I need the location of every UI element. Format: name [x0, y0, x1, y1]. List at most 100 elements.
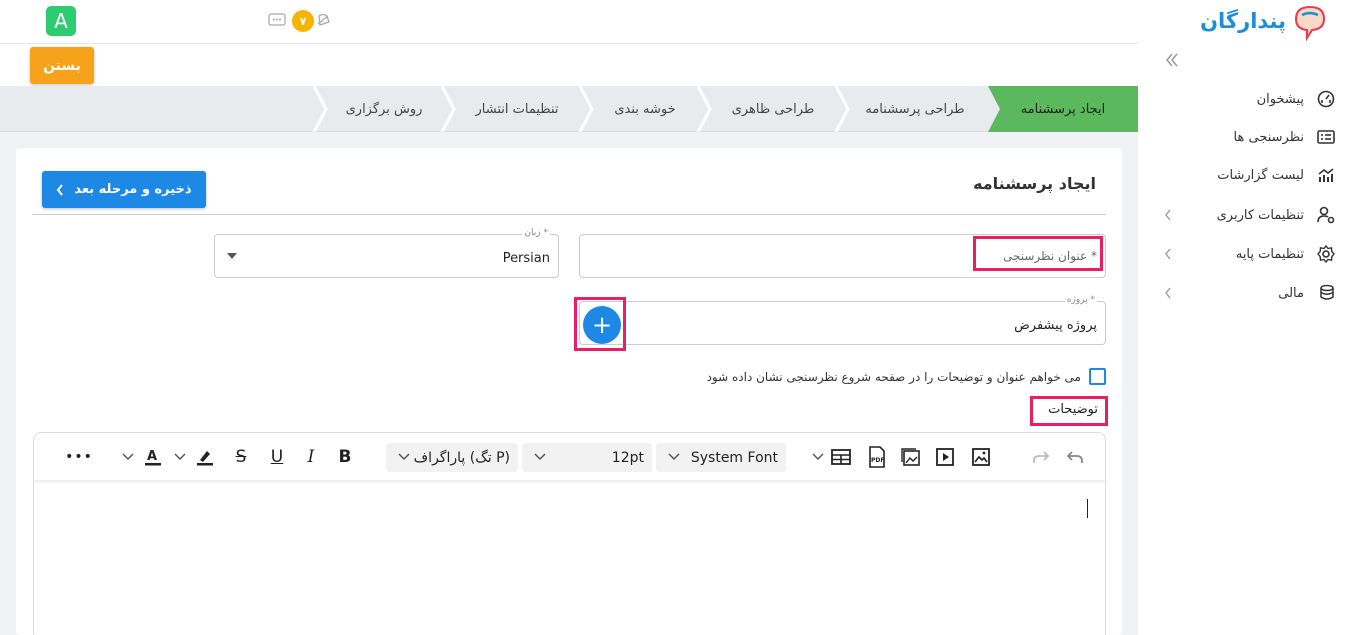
- sidebar-item-base-settings[interactable]: تنظیمات پایه: [1138, 235, 1356, 273]
- project-field[interactable]: پروژه * پروژه پیشفرض: [579, 295, 1106, 345]
- step-separator: [696, 86, 712, 132]
- sidebar-item-label: لیست گزارشات: [1217, 167, 1304, 183]
- video-icon[interactable]: [932, 444, 958, 470]
- undo-icon[interactable]: [1062, 444, 1088, 470]
- show-title-checkbox[interactable]: [1089, 368, 1106, 385]
- image-icon[interactable]: [968, 444, 994, 470]
- redo-icon[interactable]: [1028, 444, 1054, 470]
- highlight-box: [1030, 396, 1108, 426]
- description-editor[interactable]: PDF System Font 12pt پاراگراف (تگ P) B I…: [33, 432, 1106, 635]
- dashboard-icon: [1317, 90, 1335, 108]
- sidebar-item-label: پیشخوان: [1256, 91, 1304, 107]
- sidebar: پندارگان پیشخوان نظرسنجی ها لیست گزارشات…: [1138, 0, 1356, 635]
- highlight-box: [574, 297, 626, 351]
- text-color-icon[interactable]: A: [140, 444, 166, 470]
- step-clustering[interactable]: خوشه بندی: [586, 86, 704, 132]
- step-create-survey[interactable]: ایجاد پرسشنامه: [988, 86, 1138, 132]
- brand-logo[interactable]: پندارگان: [1200, 0, 1330, 42]
- close-button[interactable]: بستن: [30, 47, 94, 84]
- chevron-down-icon[interactable]: [810, 444, 826, 470]
- save-next-button[interactable]: ذخیره و مرحله بعد: [42, 171, 206, 208]
- bell-icon[interactable]: [314, 11, 332, 29]
- svg-text:PDF: PDF: [871, 457, 884, 464]
- step-label: روش برگزاری: [345, 101, 423, 117]
- chevron-left-icon: [1165, 209, 1171, 221]
- block-format-select[interactable]: پاراگراف (تگ P): [386, 443, 518, 472]
- highlight-color-icon[interactable]: [192, 444, 218, 470]
- step-separator: [578, 86, 594, 132]
- chevron-left-icon: [1165, 287, 1171, 299]
- font-family-value: System Font: [690, 449, 778, 466]
- chevron-down-icon[interactable]: [172, 444, 188, 470]
- gear-icon: [1317, 244, 1335, 264]
- message-icon[interactable]: [268, 13, 286, 28]
- step-separator: [440, 86, 456, 132]
- notification-badge[interactable]: ۷: [292, 10, 314, 32]
- pdf-icon[interactable]: PDF: [864, 444, 890, 470]
- sidebar-item-finance[interactable]: مالی: [1138, 274, 1356, 312]
- logo-icon: [1294, 5, 1326, 41]
- table-icon[interactable]: [828, 444, 854, 470]
- text-cursor: [1087, 499, 1088, 518]
- chevron-down-icon: [534, 453, 546, 461]
- project-label: پروژه *: [1064, 295, 1097, 305]
- project-value: پروژه پیشفرض: [1014, 318, 1097, 333]
- more-icon[interactable]: •••: [65, 444, 92, 470]
- chevron-down-icon: [668, 453, 680, 461]
- form-card: ایجاد پرسشنامه ذخیره و مرحله بعد عنوان ن…: [16, 148, 1122, 635]
- top-bar: A ۷: [0, 0, 1138, 44]
- gallery-icon[interactable]: [898, 444, 924, 470]
- svg-text:A: A: [147, 449, 157, 464]
- chevron-down-icon: [398, 453, 410, 461]
- font-family-select[interactable]: System Font: [656, 443, 786, 472]
- brand-name: پندارگان: [1200, 9, 1286, 33]
- coins-icon: [1320, 284, 1334, 300]
- chevron-down-icon[interactable]: [120, 444, 136, 470]
- sidebar-item-surveys[interactable]: نظرسنجی ها: [1138, 118, 1356, 156]
- wizard-steps: ایجاد پرسشنامه طراحی پرسشنامه طراحی ظاهر…: [0, 86, 1138, 132]
- bold-icon[interactable]: B: [332, 444, 358, 470]
- highlight-box: [973, 236, 1103, 271]
- font-size-value: 12pt: [611, 449, 644, 466]
- user-settings-icon: [1317, 206, 1335, 224]
- step-design-survey[interactable]: طراحی پرسشنامه: [842, 86, 988, 132]
- chevron-left-icon: [1165, 248, 1171, 260]
- font-size-select[interactable]: 12pt: [522, 443, 652, 472]
- step-label: طراحی پرسشنامه: [865, 101, 965, 117]
- caret-down-icon: [227, 253, 237, 259]
- chevron-left-icon: [57, 183, 64, 196]
- sidebar-item-dashboard[interactable]: پیشخوان: [1138, 80, 1356, 118]
- sidebar-item-reports[interactable]: لیست گزارشات: [1138, 156, 1356, 194]
- show-title-checkbox-row[interactable]: می خواهم عنوان و توضیحات را در صفحه شروع…: [707, 368, 1106, 385]
- collapse-icon[interactable]: [1164, 52, 1180, 68]
- step-publish-settings[interactable]: تنظیمات انتشار: [448, 86, 586, 132]
- user-avatar[interactable]: A: [46, 6, 76, 36]
- divider: [32, 214, 1106, 215]
- step-label: تنظیمات انتشار: [475, 101, 559, 117]
- sidebar-item-label: تنظیمات پایه: [1235, 246, 1304, 262]
- chart-icon: [1318, 168, 1334, 182]
- sidebar-item-user-settings[interactable]: تنظیمات کاربری: [1138, 196, 1356, 234]
- step-method[interactable]: روش برگزاری: [320, 86, 448, 132]
- step-visual-design[interactable]: طراحی ظاهری: [704, 86, 842, 132]
- language-label: زبان *: [522, 228, 550, 238]
- step-label: خوشه بندی: [614, 101, 676, 117]
- strikethrough-icon[interactable]: S: [228, 444, 254, 470]
- underline-icon[interactable]: U: [264, 444, 290, 470]
- block-format-value: پاراگراف (تگ P): [413, 449, 510, 466]
- step-label: طراحی ظاهری: [731, 101, 815, 117]
- step-separator: [834, 86, 850, 132]
- page-title: ایجاد پرسشنامه: [973, 174, 1096, 193]
- step-label: ایجاد پرسشنامه: [1020, 101, 1106, 117]
- close-bar: بستن: [0, 44, 1138, 86]
- show-title-label: می خواهم عنوان و توضیحات را در صفحه شروع…: [706, 369, 1081, 384]
- language-value: Persian: [502, 251, 550, 266]
- step-separator: [312, 86, 328, 132]
- italic-icon[interactable]: I: [298, 444, 324, 470]
- sidebar-item-label: نظرسنجی ها: [1233, 129, 1304, 145]
- save-next-label: ذخیره و مرحله بعد: [74, 182, 192, 197]
- language-select[interactable]: زبان * Persian: [214, 228, 559, 278]
- editor-toolbar: PDF System Font 12pt پاراگراف (تگ P) B I…: [34, 433, 1105, 481]
- sidebar-item-label: تنظیمات کاربری: [1216, 207, 1304, 223]
- sidebar-item-label: مالی: [1278, 285, 1304, 301]
